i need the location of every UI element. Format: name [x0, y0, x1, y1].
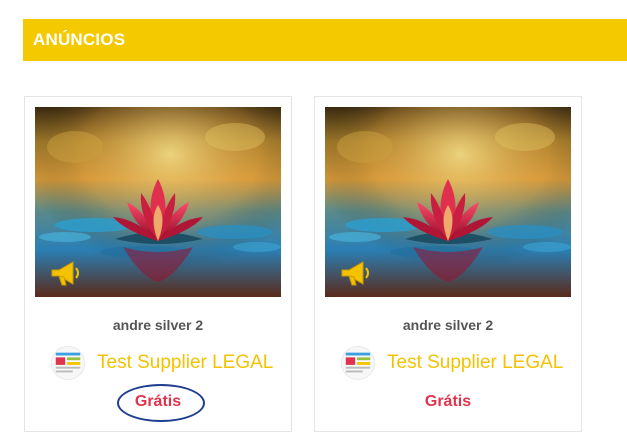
supplier-name[interactable]: Test Supplier LEGAL [387, 352, 563, 374]
author-name: andre silver 2 [112, 317, 204, 333]
avatar [341, 346, 375, 380]
author-name: andre silver 2 [402, 317, 494, 333]
avatar [51, 346, 85, 380]
price-label[interactable]: Grátis [25, 393, 291, 411]
ad-image[interactable] [35, 107, 281, 297]
section-title: ANÚNCIOS [33, 30, 126, 49]
megaphone-icon [49, 259, 85, 289]
section-header: ANÚNCIOS [23, 19, 627, 61]
supplier-name[interactable]: Test Supplier LEGAL [97, 352, 273, 374]
supplier-link[interactable]: Test Supplier LEGAL [51, 345, 273, 381]
megaphone-icon [339, 259, 375, 289]
price-label[interactable]: Grátis [315, 393, 581, 411]
ad-card[interactable]: andre silver 2 Test Supplier LEGAL Gráti… [314, 96, 582, 432]
ad-card[interactable]: andre silver 2 Test Supplier LEGAL Gráti… [24, 96, 292, 432]
supplier-link[interactable]: Test Supplier LEGAL [341, 345, 563, 381]
ad-image[interactable] [325, 107, 571, 297]
